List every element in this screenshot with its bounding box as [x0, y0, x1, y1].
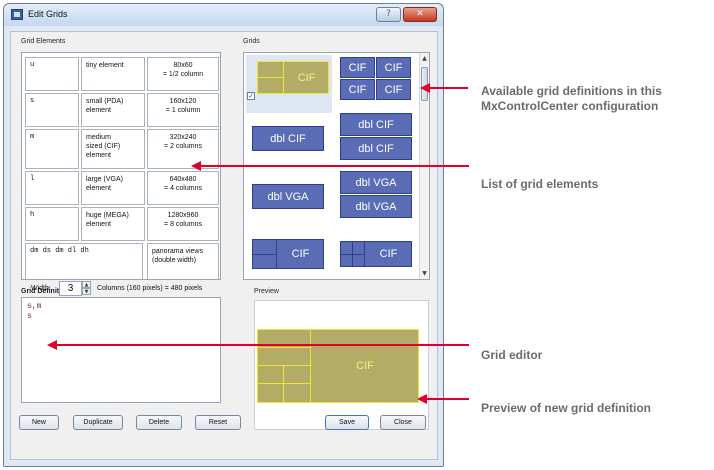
- element-description: tiny element: [81, 57, 145, 91]
- close-button[interactable]: Close: [380, 415, 426, 430]
- grid-item-quad-cif[interactable]: CIF CIF CIF CIF: [340, 57, 412, 101]
- edit-grids-dialog: Edit Grids ? ✕ Grid Elements u tiny elem…: [3, 3, 444, 467]
- editor-line: s,m: [27, 302, 42, 311]
- element-code: l: [25, 171, 79, 205]
- width-label: Width:: [31, 285, 51, 292]
- table-row[interactable]: u tiny element 80x60 = 1/2 column: [25, 57, 219, 91]
- element-description: medium sized (CIF) element: [81, 129, 145, 169]
- grid-tile: dbl VGA: [340, 195, 412, 218]
- element-description: huge (MEGA) element: [81, 207, 145, 241]
- annotation-arrow-line: [430, 87, 468, 89]
- grid-tile: CIF: [376, 79, 411, 100]
- grid-divider: [340, 254, 364, 255]
- element-size: 320x240 = 2 columns: [147, 129, 219, 169]
- duplicate-button[interactable]: Duplicate: [73, 415, 123, 430]
- close-window-button[interactable]: ✕: [403, 7, 437, 22]
- grids-label: Grids: [243, 38, 260, 45]
- preview-label: Preview: [254, 288, 279, 295]
- element-size: 160x120 = 1 column: [147, 93, 219, 127]
- dialog-body: Grid Elements u tiny element 80x60 = 1/2…: [10, 31, 438, 460]
- grid-item-dbl-vga[interactable]: dbl VGA: [252, 184, 324, 209]
- preview-divider: [257, 347, 310, 348]
- annotation-arrow-head: [420, 83, 430, 93]
- table-row[interactable]: l large (VGA) element 640x480 = 4 column…: [25, 171, 219, 205]
- grid-tile: dbl CIF: [340, 113, 412, 136]
- reset-button[interactable]: Reset: [195, 415, 241, 430]
- save-button[interactable]: Save: [325, 415, 369, 430]
- scroll-down-icon[interactable]: ▼: [420, 269, 429, 279]
- element-code: s: [25, 93, 79, 127]
- scroll-up-icon[interactable]: ▲: [420, 54, 429, 64]
- grid-tile: CIF: [376, 57, 411, 78]
- grid-tile: dbl CIF: [340, 137, 412, 160]
- window-title: Edit Grids: [28, 9, 68, 19]
- annotation-arrow-line: [201, 165, 469, 167]
- help-button[interactable]: ?: [376, 7, 401, 22]
- annotation-arrow-line: [427, 398, 469, 400]
- grid-item-dbl-cif[interactable]: dbl CIF: [252, 126, 324, 151]
- element-size: 80x60 = 1/2 column: [147, 57, 219, 91]
- grid-checkbox[interactable]: ✓: [247, 92, 255, 100]
- callout-grid-editor: Grid editor: [481, 348, 543, 362]
- grid-item-dbl-vga-stacked[interactable]: dbl VGA dbl VGA: [340, 171, 412, 219]
- grid-tile-label: CIF: [291, 248, 310, 260]
- callout-preview: Preview of new grid definition: [481, 401, 652, 415]
- spin-up-icon[interactable]: ▲: [82, 281, 91, 288]
- element-code: dm ds dm dl dh: [25, 243, 143, 279]
- grid-tile-label: CIF: [379, 248, 398, 260]
- annotation-arrow-head: [47, 340, 57, 350]
- element-description: large (VGA) element: [81, 171, 145, 205]
- title-bar[interactable]: Edit Grids ? ✕: [4, 4, 443, 26]
- grid-divider: [252, 254, 276, 255]
- preview-divider: [283, 365, 284, 403]
- table-row[interactable]: s small (PDA) element 160x120 = 1 column: [25, 93, 219, 127]
- grid-elements-label: Grid Elements: [21, 38, 66, 45]
- grid-item-cif-selected[interactable]: CIF: [257, 61, 329, 94]
- width-input[interactable]: 3: [59, 281, 82, 296]
- grid-editor[interactable]: s,m s: [21, 297, 221, 403]
- spin-down-icon[interactable]: ▼: [82, 288, 91, 295]
- grid-tile-label: CIF: [297, 71, 316, 84]
- grid-item-dbl-cif-stacked[interactable]: dbl CIF dbl CIF: [340, 113, 412, 161]
- element-description: small (PDA) element: [81, 93, 145, 127]
- annotation-arrow-head: [191, 161, 201, 171]
- element-size: panorama views (double width): [147, 243, 219, 279]
- app-icon: [11, 9, 23, 20]
- preview-tile-label: CIF: [356, 360, 374, 372]
- element-size: 640x480 = 4 columns: [147, 171, 219, 205]
- preview-panel: CIF: [254, 300, 429, 430]
- element-code: h: [25, 207, 79, 241]
- table-row[interactable]: h huge (MEGA) element 1280x960 = 8 colum…: [25, 207, 219, 241]
- callout-available-grids: Available grid definitions in this MxCon…: [481, 84, 662, 113]
- annotation-arrow-line: [57, 344, 469, 346]
- columns-text: Columns (160 pixels) = 480 pixels: [97, 285, 203, 292]
- grid-item-cif-cross[interactable]: CIF: [340, 241, 412, 267]
- element-code: u: [25, 57, 79, 91]
- grid-tile: dbl VGA: [340, 171, 412, 194]
- new-button[interactable]: New: [19, 415, 59, 430]
- grid-divider: [257, 77, 283, 78]
- grid-tile: CIF: [340, 79, 375, 100]
- callout-grid-elements: List of grid elements: [481, 177, 599, 191]
- grid-item-cif-split[interactable]: CIF: [252, 239, 324, 269]
- editor-line: s: [27, 312, 32, 321]
- grid-tile: CIF: [340, 57, 375, 78]
- annotation-arrow-head: [417, 394, 427, 404]
- element-code: m: [25, 129, 79, 169]
- table-row[interactable]: m medium sized (CIF) element 320x240 = 2…: [25, 129, 219, 169]
- element-size: 1280x960 = 8 columns: [147, 207, 219, 241]
- delete-button[interactable]: Delete: [136, 415, 182, 430]
- table-row[interactable]: dm ds dm dl dh panorama views (double wi…: [25, 243, 219, 279]
